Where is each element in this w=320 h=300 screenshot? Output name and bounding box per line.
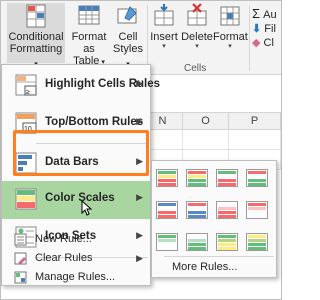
cells-group-label: Cells [184,63,207,74]
format-button[interactable]: Format ▾ [213,3,248,51]
conditional-formatting-button[interactable]: Conditional Formatting ▾ [7,3,65,68]
color-scale-green-white-red[interactable] [216,169,238,187]
conditional-formatting-menu: ≥ Highlight Cells Rules ▶ 10 Top/Bottom … [1,64,160,287]
column-header-o[interactable]: O [183,112,229,130]
menu-item-new-rule[interactable]: New Rule... [2,230,150,249]
clear-rules-icon [14,252,27,265]
delete-label: Delete [181,31,213,43]
svg-text:≥: ≥ [26,89,30,96]
fill-button[interactable]: ⬇ Fil [252,22,277,36]
conditional-formatting-label-1: Conditional [8,31,64,43]
cell-styles-button[interactable]: Cell Styles ▾ [111,3,145,71]
svg-text:10: 10 [24,126,32,133]
color-scale-white-green[interactable] [186,233,208,251]
menu-item-top-bottom-rules[interactable]: 10 Top/Bottom Rules ▶ [2,105,150,141]
format-label: Format [213,31,248,43]
insert-label: Insert [150,31,178,43]
color-scale-red-white[interactable] [246,201,268,219]
new-rule-icon [14,233,27,246]
submenu-arrow-icon: ▶ [136,253,143,263]
format-as-table-icon [78,5,100,25]
submenu-arrow-icon: ▶ [136,156,143,166]
menu-separator [36,143,148,144]
cell-styles-label-1: Cell [118,31,138,43]
sigma-icon: Σ [252,6,261,21]
menu-item-label: Manage Rules... [35,271,116,283]
fill-down-icon: ⬇ [252,23,262,35]
color-scale-green-white[interactable] [156,233,178,251]
column-header-p[interactable]: P [229,112,281,130]
eraser-icon: ◆ [252,37,261,49]
conditional-formatting-icon [26,4,46,28]
clear-button[interactable]: ◆ Cl [252,36,277,50]
mouse-cursor-icon [81,200,93,216]
submenu-separator [164,256,274,257]
color-scale-red-white-blue[interactable] [186,201,208,219]
manage-rules-icon [14,271,27,284]
ribbon-separator [147,5,148,71]
format-as-table-label-1: Format as [71,31,107,55]
menu-item-label: Top/Bottom Rules [45,116,144,128]
editing-group: Σ Au ⬇ Fil ◆ Cl [252,7,277,50]
menu-item-label: Clear Rules [35,252,93,264]
submenu-arrow-icon: ▶ [136,116,143,126]
color-scales-icon [15,188,37,210]
autosum-button[interactable]: Σ Au [252,7,277,22]
menu-item-clear-rules[interactable]: Clear Rules ▶ [2,249,150,268]
format-cells-icon [220,6,240,26]
delete-cells-icon [187,3,207,26]
submenu-arrow-icon: ▶ [136,78,143,88]
menu-item-label: Color Scales [45,192,115,204]
color-scale-yellow-green[interactable] [246,233,268,251]
fill-label: Fil [264,23,276,35]
menu-item-label: Data Bars [45,156,99,168]
color-scale-green-yellow-red[interactable] [156,169,178,187]
menu-item-data-bars[interactable]: Data Bars ▶ [2,145,150,181]
insert-button[interactable]: Insert ▾ [149,3,179,51]
top-bottom-icon: 10 [15,112,37,134]
autosum-label: Au [263,9,277,21]
cell-styles-label-2: Styles [113,43,143,55]
conditional-formatting-label-2: Formatting [9,43,63,55]
highlight-cells-icon: ≥ [15,74,37,96]
cell-styles-icon [117,6,137,24]
color-scale-white-red[interactable] [216,201,238,219]
color-scales-submenu: More Rules... [151,160,277,278]
menu-item-color-scales[interactable]: Color Scales ▶ [2,181,150,219]
data-bars-icon [15,152,37,174]
menu-item-label: New Rule... [35,233,92,245]
delete-button[interactable]: Delete ▾ [181,3,213,51]
color-scale-blue-white-red[interactable] [156,201,178,219]
submenu-arrow-icon: ▶ [136,192,143,202]
color-scale-red-yellow-green[interactable] [186,169,208,187]
clear-label: Cl [263,37,274,49]
menu-item-manage-rules[interactable]: Manage Rules... [2,268,150,287]
color-scale-green-yellow[interactable] [216,233,238,251]
ribbon-separator [249,5,250,71]
insert-cells-icon [154,4,174,26]
color-scale-red-white-green[interactable] [246,169,268,187]
more-rules-item[interactable]: More Rules... [172,261,237,273]
menu-item-highlight-cells-rules[interactable]: ≥ Highlight Cells Rules ▶ [2,67,160,103]
format-as-table-button[interactable]: Format as Table ▾ [67,3,111,69]
